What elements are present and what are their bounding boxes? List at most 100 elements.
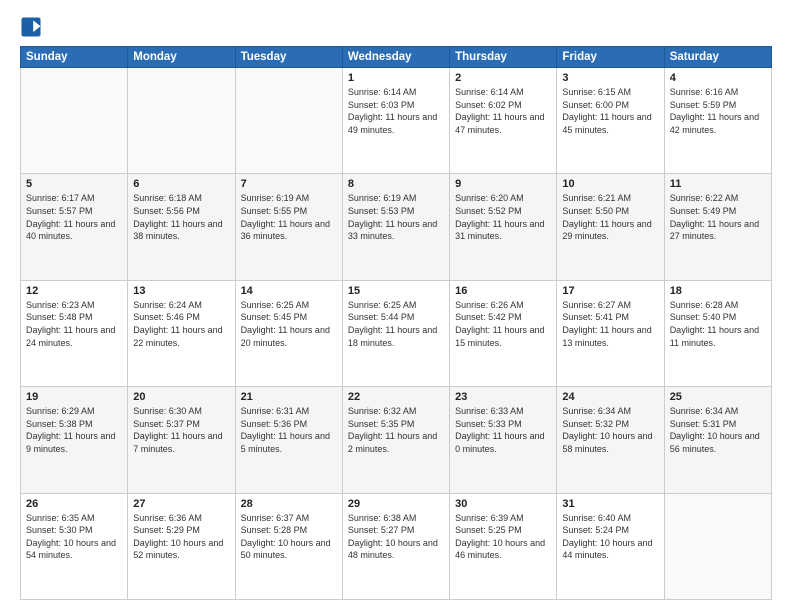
day-cell: 9 Sunrise: 6:20 AM Sunset: 5:52 PM Daylig… — [450, 174, 557, 280]
day-cell: 13 Sunrise: 6:24 AM Sunset: 5:46 PM Dayli… — [128, 280, 235, 386]
day-info: Sunrise: 6:14 AM Sunset: 6:02 PM Dayligh… — [455, 86, 551, 136]
day-cell: 16 Sunrise: 6:26 AM Sunset: 5:42 PM Dayli… — [450, 280, 557, 386]
day-number: 20 — [133, 391, 229, 403]
day-cell: 14Sunrise: 6:25 AM Sunset: 5:45 PM Dayli… — [235, 280, 342, 386]
day-cell: 20 Sunrise: 6:30 AM Sunset: 5:37 PM Dayli… — [128, 387, 235, 493]
day-info: Sunrise: 6:19 AM Sunset: 5:55 PM Dayligh… — [241, 192, 337, 242]
day-number: 10 — [562, 178, 658, 190]
day-info: Sunrise: 6:40 AM Sunset: 5:24 PM Dayligh… — [562, 512, 658, 562]
day-info: Sunrise: 6:37 AM Sunset: 5:28 PM Dayligh… — [241, 512, 337, 562]
day-number: 1 — [348, 72, 444, 84]
day-number: 16 — [455, 285, 551, 297]
day-cell: 21 Sunrise: 6:31 AM Sunset: 5:36 PM Dayli… — [235, 387, 342, 493]
day-cell: 2 Sunrise: 6:14 AM Sunset: 6:02 PM Daylig… — [450, 68, 557, 174]
day-cell: 10Sunrise: 6:21 AM Sunset: 5:50 PM Dayli… — [557, 174, 664, 280]
day-cell: 17 Sunrise: 6:27 AM Sunset: 5:41 PM Dayli… — [557, 280, 664, 386]
day-cell: 24 Sunrise: 6:34 AM Sunset: 5:32 PM Dayli… — [557, 387, 664, 493]
weekday-header-monday: Monday — [128, 47, 235, 68]
day-cell: 8Sunrise: 6:19 AM Sunset: 5:53 PM Daylig… — [342, 174, 449, 280]
day-number: 9 — [455, 178, 551, 190]
day-info: Sunrise: 6:33 AM Sunset: 5:33 PM Dayligh… — [455, 405, 551, 455]
day-cell: 29Sunrise: 6:38 AM Sunset: 5:27 PM Dayli… — [342, 493, 449, 599]
day-info: Sunrise: 6:36 AM Sunset: 5:29 PM Dayligh… — [133, 512, 229, 562]
day-info: Sunrise: 6:27 AM Sunset: 5:41 PM Dayligh… — [562, 299, 658, 349]
weekday-header-tuesday: Tuesday — [235, 47, 342, 68]
day-number: 2 — [455, 72, 551, 84]
day-info: Sunrise: 6:26 AM Sunset: 5:42 PM Dayligh… — [455, 299, 551, 349]
day-cell: 22 Sunrise: 6:32 AM Sunset: 5:35 PM Dayli… — [342, 387, 449, 493]
day-number: 15 — [348, 285, 444, 297]
weekday-header-friday: Friday — [557, 47, 664, 68]
day-info: Sunrise: 6:15 AM Sunset: 6:00 PM Dayligh… — [562, 86, 658, 136]
day-number: 22 — [348, 391, 444, 403]
day-info: Sunrise: 6:20 AM Sunset: 5:52 PM Dayligh… — [455, 192, 551, 242]
day-info: Sunrise: 6:28 AM Sunset: 5:40 PM Dayligh… — [670, 299, 766, 349]
day-info: Sunrise: 6:38 AM Sunset: 5:27 PM Dayligh… — [348, 512, 444, 562]
day-info: Sunrise: 6:34 AM Sunset: 5:32 PM Dayligh… — [562, 405, 658, 455]
day-cell: 28 Sunrise: 6:37 AM Sunset: 5:28 PM Dayli… — [235, 493, 342, 599]
day-info: Sunrise: 6:14 AM Sunset: 6:03 PM Dayligh… — [348, 86, 444, 136]
day-cell: 18 Sunrise: 6:28 AM Sunset: 5:40 PM Dayli… — [664, 280, 771, 386]
day-number: 5 — [26, 178, 122, 190]
day-info: Sunrise: 6:39 AM Sunset: 5:25 PM Dayligh… — [455, 512, 551, 562]
day-info: Sunrise: 6:32 AM Sunset: 5:35 PM Dayligh… — [348, 405, 444, 455]
day-info: Sunrise: 6:16 AM Sunset: 5:59 PM Dayligh… — [670, 86, 766, 136]
day-number: 7 — [241, 178, 337, 190]
day-info: Sunrise: 6:30 AM Sunset: 5:37 PM Dayligh… — [133, 405, 229, 455]
logo-icon — [20, 16, 42, 38]
day-number: 30 — [455, 498, 551, 510]
day-cell: 7 Sunrise: 6:19 AM Sunset: 5:55 PM Daylig… — [235, 174, 342, 280]
day-cell: 6Sunrise: 6:18 AM Sunset: 5:56 PM Daylig… — [128, 174, 235, 280]
day-number: 26 — [26, 498, 122, 510]
day-cell: 4Sunrise: 6:16 AM Sunset: 5:59 PM Daylig… — [664, 68, 771, 174]
week-row-2: 5 Sunrise: 6:17 AM Sunset: 5:57 PM Daylig… — [21, 174, 772, 280]
day-info: Sunrise: 6:19 AM Sunset: 5:53 PM Dayligh… — [348, 192, 444, 242]
day-number: 14 — [241, 285, 337, 297]
day-info: Sunrise: 6:24 AM Sunset: 5:46 PM Dayligh… — [133, 299, 229, 349]
day-cell — [128, 68, 235, 174]
day-number: 28 — [241, 498, 337, 510]
day-number: 27 — [133, 498, 229, 510]
day-number: 23 — [455, 391, 551, 403]
day-number: 18 — [670, 285, 766, 297]
day-number: 17 — [562, 285, 658, 297]
day-cell: 26 Sunrise: 6:35 AM Sunset: 5:30 PM Dayli… — [21, 493, 128, 599]
day-cell — [664, 493, 771, 599]
day-info: Sunrise: 6:29 AM Sunset: 5:38 PM Dayligh… — [26, 405, 122, 455]
week-row-3: 12Sunrise: 6:23 AM Sunset: 5:48 PM Dayli… — [21, 280, 772, 386]
day-cell: 5 Sunrise: 6:17 AM Sunset: 5:57 PM Daylig… — [21, 174, 128, 280]
day-info: Sunrise: 6:34 AM Sunset: 5:31 PM Dayligh… — [670, 405, 766, 455]
day-cell: 31Sunrise: 6:40 AM Sunset: 5:24 PM Dayli… — [557, 493, 664, 599]
weekday-header-thursday: Thursday — [450, 47, 557, 68]
header — [20, 16, 772, 38]
week-row-5: 26 Sunrise: 6:35 AM Sunset: 5:30 PM Dayli… — [21, 493, 772, 599]
day-cell: 19 Sunrise: 6:29 AM Sunset: 5:38 PM Dayli… — [21, 387, 128, 493]
weekday-header-saturday: Saturday — [664, 47, 771, 68]
day-info: Sunrise: 6:31 AM Sunset: 5:36 PM Dayligh… — [241, 405, 337, 455]
day-number: 13 — [133, 285, 229, 297]
day-cell: 3 Sunrise: 6:15 AM Sunset: 6:00 PM Daylig… — [557, 68, 664, 174]
day-cell: 12Sunrise: 6:23 AM Sunset: 5:48 PM Dayli… — [21, 280, 128, 386]
day-number: 3 — [562, 72, 658, 84]
day-number: 24 — [562, 391, 658, 403]
day-number: 11 — [670, 178, 766, 190]
weekday-header-wednesday: Wednesday — [342, 47, 449, 68]
day-info: Sunrise: 6:17 AM Sunset: 5:57 PM Dayligh… — [26, 192, 122, 242]
day-cell: 25Sunrise: 6:34 AM Sunset: 5:31 PM Dayli… — [664, 387, 771, 493]
day-info: Sunrise: 6:23 AM Sunset: 5:48 PM Dayligh… — [26, 299, 122, 349]
weekday-header-sunday: Sunday — [21, 47, 128, 68]
day-info: Sunrise: 6:25 AM Sunset: 5:44 PM Dayligh… — [348, 299, 444, 349]
day-info: Sunrise: 6:22 AM Sunset: 5:49 PM Dayligh… — [670, 192, 766, 242]
day-cell: 27 Sunrise: 6:36 AM Sunset: 5:29 PM Dayli… — [128, 493, 235, 599]
weekday-header-row: SundayMondayTuesdayWednesdayThursdayFrid… — [21, 47, 772, 68]
day-cell: 1 Sunrise: 6:14 AM Sunset: 6:03 PM Daylig… — [342, 68, 449, 174]
day-number: 21 — [241, 391, 337, 403]
day-info: Sunrise: 6:18 AM Sunset: 5:56 PM Dayligh… — [133, 192, 229, 242]
day-cell: 30 Sunrise: 6:39 AM Sunset: 5:25 PM Dayli… — [450, 493, 557, 599]
day-info: Sunrise: 6:35 AM Sunset: 5:30 PM Dayligh… — [26, 512, 122, 562]
week-row-4: 19 Sunrise: 6:29 AM Sunset: 5:38 PM Dayli… — [21, 387, 772, 493]
day-number: 19 — [26, 391, 122, 403]
logo — [20, 16, 46, 38]
calendar-table: SundayMondayTuesdayWednesdayThursdayFrid… — [20, 46, 772, 600]
page: SundayMondayTuesdayWednesdayThursdayFrid… — [0, 0, 792, 612]
